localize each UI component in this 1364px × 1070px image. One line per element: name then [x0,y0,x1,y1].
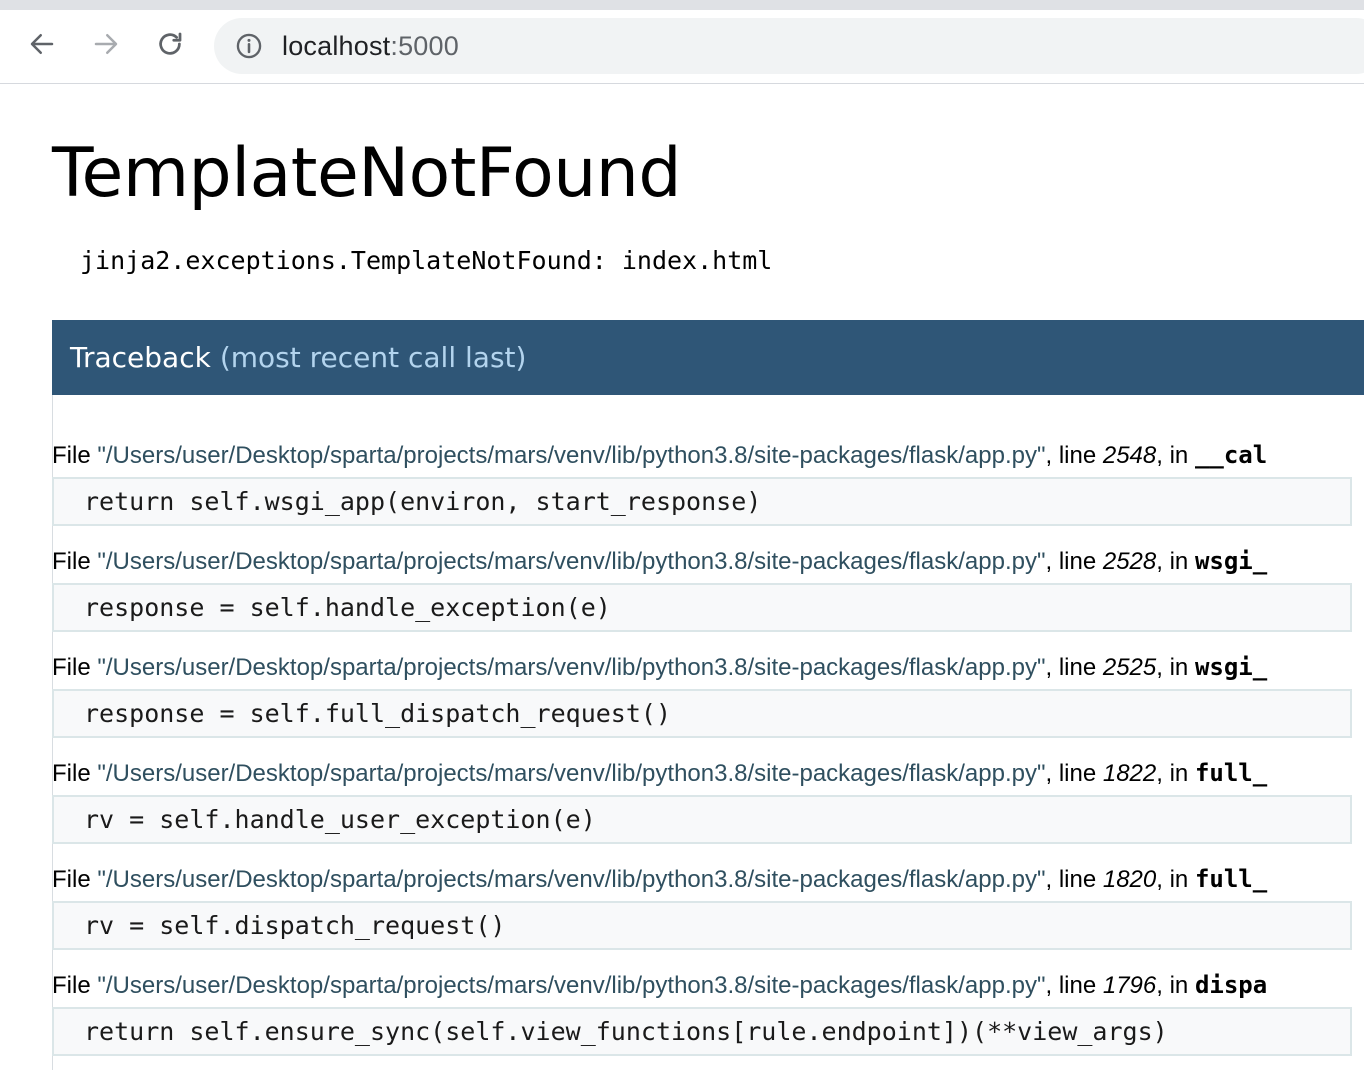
frame-file-path: "/Users/user/Desktop/sparta/projects/mar… [97,442,1046,469]
frame-location: File "/Users/user/Desktop/sparta/project… [52,652,1352,682]
frame-line-number: 2548 [1102,442,1157,469]
frame-line-number: 2525 [1102,654,1157,681]
back-button[interactable] [20,22,64,66]
frame-in-label: , in [1156,442,1195,469]
frame-file-prefix: File [52,548,98,575]
frame-code[interactable]: return self.wsgi_app(environ, start_resp… [52,477,1352,526]
info-icon[interactable] [234,31,264,61]
arrow-right-icon [94,34,118,54]
traceback-frame[interactable]: File "/Users/user/Desktop/sparta/project… [52,652,1352,738]
frame-function: dispa [1194,971,1268,999]
frame-file-prefix: File [52,760,98,787]
url-text[interactable]: localhost:5000 [282,31,459,62]
frame-function: full_ [1194,759,1268,787]
traceback-frame[interactable]: File "/Users/user/Desktop/sparta/project… [52,970,1352,1056]
frame-file-prefix: File [52,654,98,681]
traceback-frame[interactable]: File "/Users/user/Desktop/sparta/project… [52,864,1352,950]
traceback-frame[interactable]: File "/Users/user/Desktop/sparta/project… [52,440,1352,526]
address-bar[interactable]: localhost:5000 [214,18,1364,74]
frame-location: File "/Users/user/Desktop/sparta/project… [52,758,1352,788]
frame-code[interactable]: rv = self.handle_user_exception(e) [52,795,1352,844]
frame-line-label: , line [1045,654,1103,681]
frame-file-path: "/Users/user/Desktop/sparta/projects/mar… [97,866,1046,893]
tab-strip [0,0,1364,10]
frame-line-number: 1796 [1102,972,1157,999]
traceback-frame[interactable]: File "/Users/user/Desktop/sparta/project… [52,758,1352,844]
frame-line-number: 1822 [1102,760,1157,787]
reload-button[interactable] [148,22,192,66]
frame-line-label: , line [1045,760,1103,787]
frame-line-label: , line [1045,548,1103,575]
frame-file-path: "/Users/user/Desktop/sparta/projects/mar… [97,760,1046,787]
frame-location: File "/Users/user/Desktop/sparta/project… [52,546,1352,576]
frame-code[interactable]: return self.ensure_sync(self.view_functi… [52,1007,1352,1056]
frame-in-label: , in [1156,548,1195,575]
frame-file-path: "/Users/user/Desktop/sparta/projects/mar… [97,548,1046,575]
page-title: TemplateNotFound [52,134,682,213]
frame-location: File "/Users/user/Desktop/sparta/project… [52,864,1352,894]
frame-file-path: "/Users/user/Desktop/sparta/projects/mar… [97,972,1046,999]
frame-file-path: "/Users/user/Desktop/sparta/projects/mar… [97,654,1046,681]
browser-toolbar: localhost:5000 [0,0,1364,84]
url-host: localhost [282,30,391,61]
reload-icon [159,32,182,55]
traceback-title: Traceback [70,341,211,374]
page-content: TemplateNotFound jinja2.exceptions.Templ… [0,84,1364,1070]
frame-function: __cal [1194,441,1268,469]
frame-function: wsgi_ [1194,547,1268,575]
frame-line-number: 2528 [1102,548,1157,575]
frame-code[interactable]: response = self.handle_exception(e) [52,583,1352,632]
error-message: jinja2.exceptions.TemplateNotFound: inde… [80,246,773,275]
frame-location: File "/Users/user/Desktop/sparta/project… [52,970,1352,1000]
frame-file-prefix: File [52,972,98,999]
frame-in-label: , in [1156,654,1195,681]
frame-in-label: , in [1156,760,1195,787]
frame-line-label: , line [1045,972,1103,999]
frame-file-prefix: File [52,866,98,893]
traceback-subtitle: (most recent call last) [219,341,527,374]
frame-in-label: , in [1156,972,1195,999]
frame-function: full_ [1194,865,1268,893]
frame-line-number: 1820 [1102,866,1157,893]
frame-code[interactable]: response = self.full_dispatch_request() [52,689,1352,738]
frame-code[interactable]: rv = self.dispatch_request() [52,901,1352,950]
traceback-header: Traceback (most recent call last) [52,320,1364,395]
frame-line-label: , line [1045,442,1103,469]
arrow-left-icon [30,34,54,54]
url-port: :5000 [390,30,459,61]
traceback-frame[interactable]: File "/Users/user/Desktop/sparta/project… [52,546,1352,632]
frame-location: File "/Users/user/Desktop/sparta/project… [52,440,1352,470]
frame-in-label: , in [1156,866,1195,893]
forward-button[interactable] [84,22,128,66]
frame-line-label: , line [1045,866,1103,893]
frame-file-prefix: File [52,442,98,469]
frame-function: wsgi_ [1194,653,1268,681]
